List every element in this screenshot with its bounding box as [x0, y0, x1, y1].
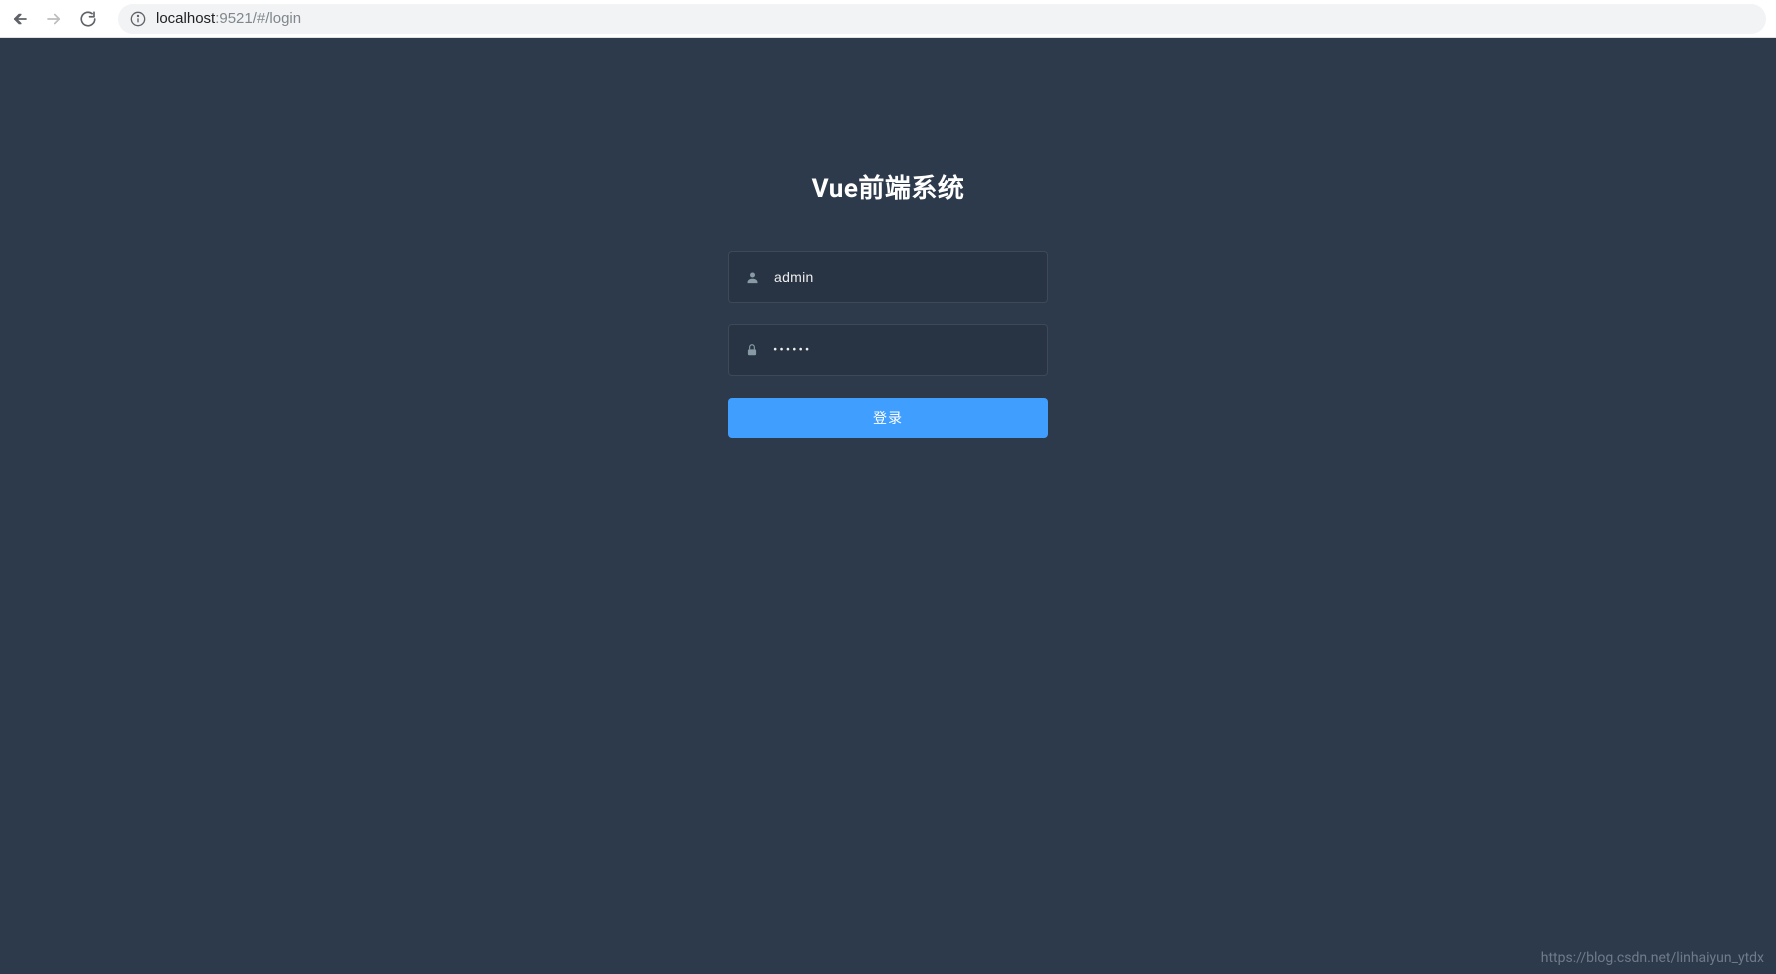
login-button[interactable]: 登录	[728, 398, 1048, 438]
back-button[interactable]	[10, 9, 30, 29]
username-input[interactable]	[774, 269, 1031, 285]
watermark: https://blog.csdn.net/linhaiyun_ytdx	[1541, 950, 1764, 966]
lock-icon	[745, 343, 759, 357]
reload-button[interactable]	[78, 9, 98, 29]
info-icon	[130, 11, 146, 27]
password-input-wrapper[interactable]: ••••••	[728, 324, 1048, 376]
username-input-wrapper[interactable]	[728, 251, 1048, 303]
page-content: Vue前端系统 •••••• 登录 https://blog.csdn.net/…	[0, 38, 1776, 974]
address-bar[interactable]: localhost:9521/#/login	[118, 4, 1766, 34]
url-text: localhost:9521/#/login	[156, 10, 301, 27]
browser-toolbar: localhost:9521/#/login	[0, 0, 1776, 38]
login-title: Vue前端系统	[812, 168, 965, 205]
forward-button[interactable]	[44, 9, 64, 29]
user-icon	[745, 270, 760, 285]
login-form: •••••• 登录	[728, 251, 1048, 438]
password-input[interactable]: ••••••	[773, 344, 811, 357]
